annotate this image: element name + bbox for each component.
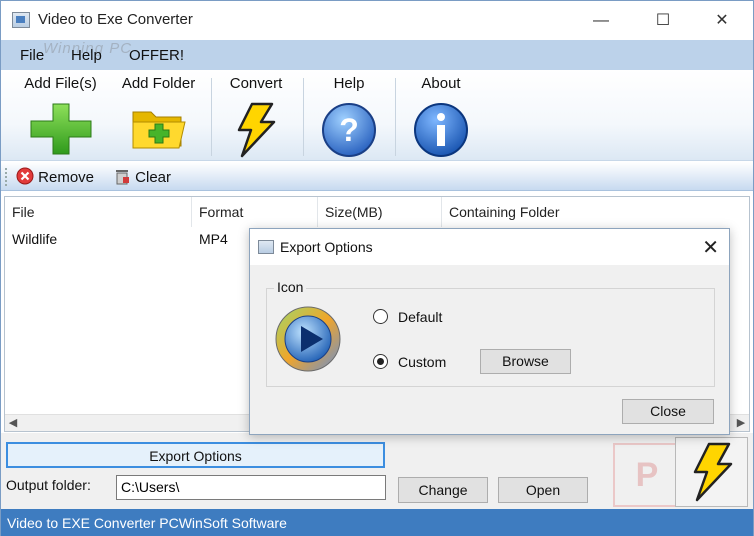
add-folder-label: Add Folder: [121, 75, 196, 92]
info-icon: [414, 103, 468, 157]
custom-radio[interactable]: [373, 354, 388, 369]
folder-add-icon: [132, 111, 186, 149]
row-file[interactable]: Wildlife: [12, 231, 57, 247]
status-text: Video to EXE Converter PCWinSoft Softwar…: [7, 515, 287, 531]
column-header-format[interactable]: Format: [192, 197, 318, 227]
about-label: About: [421, 75, 461, 92]
status-bar: Video to EXE Converter PCWinSoft Softwar…: [1, 509, 753, 536]
dialog-close-icon[interactable]: ✕: [702, 235, 719, 260]
column-header-file[interactable]: File: [5, 197, 192, 227]
default-radio-label[interactable]: Default: [398, 309, 442, 325]
scroll-left-icon[interactable]: ◀: [5, 416, 21, 431]
svg-text:?: ?: [339, 112, 359, 148]
minimize-button[interactable]: —: [579, 7, 623, 35]
question-icon: ?: [322, 103, 376, 157]
action-bar: Remove Clear: [1, 162, 753, 191]
add-folder-button[interactable]: Add Folder: [111, 70, 206, 161]
title-bar: Video to Exe Converter — ☐ ✕: [1, 1, 753, 40]
remove-icon: [16, 167, 34, 185]
output-folder-input[interactable]: C:\Users\: [116, 475, 386, 500]
change-button[interactable]: Change: [398, 477, 488, 503]
help-button[interactable]: Help ?: [310, 70, 388, 161]
clear-button[interactable]: Clear: [113, 167, 171, 187]
export-options-button[interactable]: Export Options: [6, 442, 385, 468]
lightning-icon: [693, 442, 733, 502]
toolbar-separator: [395, 78, 396, 156]
scroll-right-icon[interactable]: ▶: [733, 416, 749, 431]
close-button[interactable]: ✕: [700, 7, 744, 35]
remove-button[interactable]: Remove: [16, 167, 94, 187]
toolbar-separator: [211, 78, 212, 156]
export-options-dialog: Export Options ✕ Icon Default Custom Bro…: [249, 228, 730, 435]
toolbar-grip: [5, 168, 8, 186]
dialog-app-icon: [258, 240, 274, 254]
pc-watermark-logo: P: [613, 443, 681, 507]
column-header-size[interactable]: Size(MB): [318, 197, 442, 227]
app-icon: [12, 12, 30, 28]
menu-bar: Winning PC File Help OFFER!: [1, 40, 753, 70]
custom-radio-label[interactable]: Custom: [398, 354, 446, 370]
clear-label: Clear: [135, 169, 172, 186]
window-title: Video to Exe Converter: [38, 11, 193, 28]
browse-button[interactable]: Browse: [480, 349, 571, 374]
bottom-panel: Export Options Output folder: C:\Users\ …: [1, 433, 753, 509]
output-folder-label: Output folder:: [6, 477, 91, 493]
dialog-title: Export Options: [280, 239, 373, 255]
quick-convert-button[interactable]: [675, 437, 748, 507]
menu-file[interactable]: File: [20, 47, 44, 64]
dialog-close-button[interactable]: Close: [622, 399, 714, 424]
column-header-folder[interactable]: Containing Folder: [442, 197, 749, 227]
main-window: Video to Exe Converter — ☐ ✕ Winning PC …: [0, 0, 754, 536]
convert-label: Convert: [229, 75, 283, 92]
lightning-icon: [237, 102, 276, 158]
remove-label: Remove: [38, 169, 95, 186]
toolbar-separator: [303, 78, 304, 156]
row-format: MP4: [199, 231, 228, 247]
dialog-title-bar: Export Options ✕: [250, 229, 729, 265]
trash-icon: [116, 170, 129, 185]
plus-icon: [30, 103, 91, 155]
icon-group-label: Icon: [274, 279, 307, 295]
play-icon: [275, 306, 341, 372]
add-files-button[interactable]: Add File(s): [13, 70, 108, 161]
add-files-label: Add File(s): [24, 75, 97, 92]
about-button[interactable]: About: [401, 70, 481, 161]
maximize-button[interactable]: ☐: [641, 7, 685, 35]
open-button[interactable]: Open: [498, 477, 588, 503]
menu-help[interactable]: Help: [71, 47, 102, 64]
menu-offer[interactable]: OFFER!: [129, 47, 184, 64]
help-label: Help: [333, 75, 365, 92]
toolbar: Add File(s) Add Folder Convert Help ? Ab…: [1, 70, 753, 161]
convert-button[interactable]: Convert: [216, 70, 296, 161]
default-radio[interactable]: [373, 309, 388, 324]
